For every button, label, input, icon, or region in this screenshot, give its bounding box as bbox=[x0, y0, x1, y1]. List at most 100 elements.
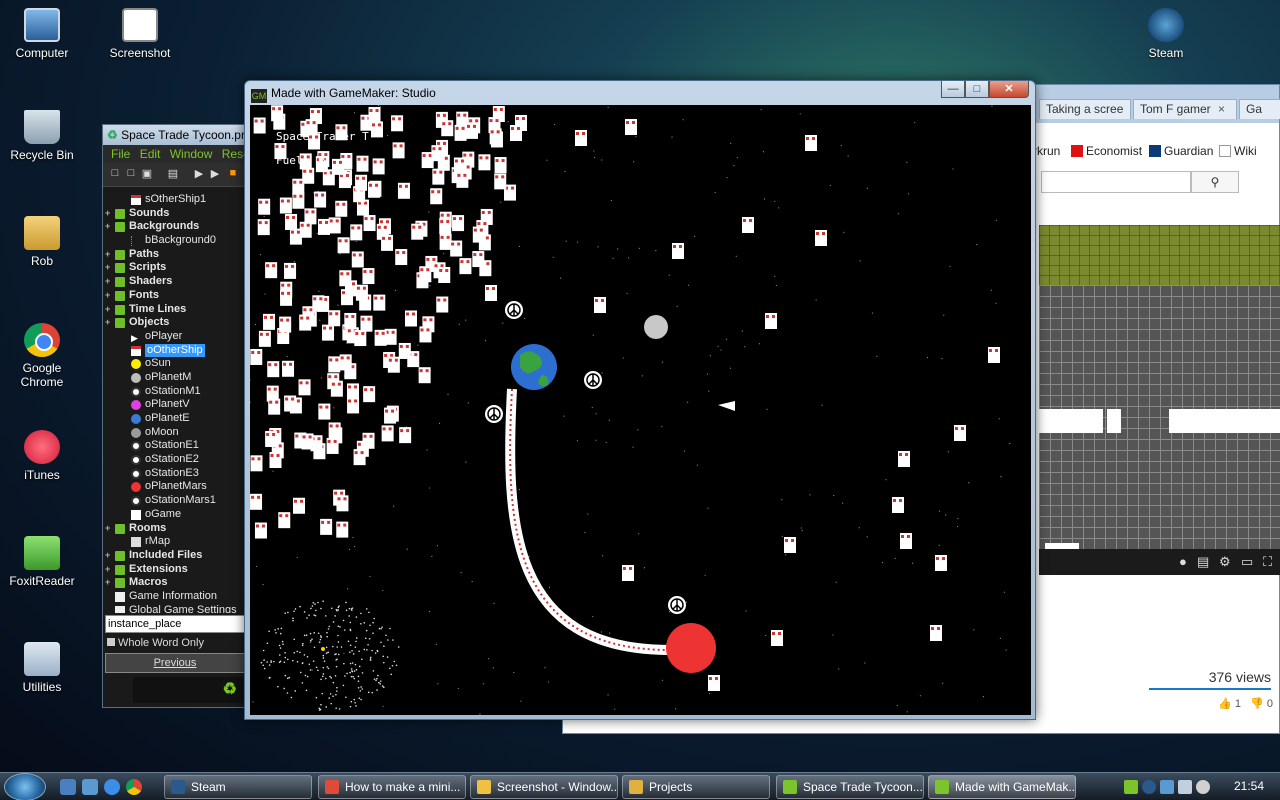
search-input[interactable] bbox=[1041, 171, 1191, 193]
theater-icon[interactable]: ▭ bbox=[1241, 554, 1253, 570]
tree-item[interactable]: oStationE2 bbox=[105, 453, 245, 467]
tree-folder[interactable]: + Objects bbox=[105, 316, 245, 330]
tree-item[interactable]: oStationE1 bbox=[105, 439, 245, 453]
tree-folder[interactable]: + Sounds bbox=[105, 207, 245, 221]
desktop-icon-chrome[interactable]: Google Chrome bbox=[2, 323, 82, 389]
expand-icon[interactable]: + bbox=[105, 207, 110, 221]
desktop-icon-foxit[interactable]: FoxitReader bbox=[2, 536, 82, 588]
tree-item[interactable]: oPlanetV bbox=[105, 398, 245, 412]
action-center-icon[interactable] bbox=[1178, 780, 1192, 794]
chrome-icon[interactable] bbox=[126, 779, 142, 795]
tree-item[interactable]: oStationM1 bbox=[105, 385, 245, 399]
tree-folder[interactable]: + Shaders bbox=[105, 275, 245, 289]
taskbar-task[interactable]: How to make a mini... bbox=[318, 775, 466, 799]
expand-icon[interactable]: + bbox=[105, 316, 110, 330]
desktop-icon-computer[interactable]: Computer bbox=[2, 8, 82, 60]
menu-window[interactable]: Window bbox=[170, 147, 213, 161]
save-icon[interactable]: ▣ bbox=[141, 167, 153, 181]
volume-icon[interactable] bbox=[1196, 780, 1210, 794]
new-file-icon[interactable]: □ bbox=[109, 167, 121, 181]
video-player[interactable]: ● ▤ ⚙ ▭ ⛶ bbox=[1039, 225, 1280, 575]
expand-icon[interactable]: + bbox=[105, 303, 110, 317]
thumbs-up-icon[interactable]: 👍 bbox=[1218, 698, 1232, 710]
expand-icon[interactable]: + bbox=[105, 563, 110, 577]
export-icon[interactable]: ▤ bbox=[167, 167, 179, 181]
desktop-icon-utilities[interactable]: Utilities bbox=[2, 642, 82, 694]
search-input[interactable]: instance_place bbox=[105, 615, 245, 633]
steam-tray-icon[interactable] bbox=[1142, 780, 1156, 794]
internet-explorer-icon[interactable] bbox=[104, 779, 120, 795]
browser-tab[interactable]: Ga bbox=[1239, 99, 1280, 119]
close-button[interactable]: ✕ bbox=[989, 81, 1029, 98]
tree-item[interactable]: oStationMars1 bbox=[105, 494, 245, 508]
bookmark-item[interactable]: Guardian bbox=[1149, 144, 1213, 158]
tree-item[interactable]: oSun bbox=[105, 357, 245, 371]
taskbar-task[interactable]: Made with GameMak... bbox=[928, 775, 1076, 799]
menu-edit[interactable]: Edit bbox=[140, 147, 161, 161]
whole-word-checkbox[interactable]: Whole Word Only bbox=[107, 637, 204, 649]
taskbar-task[interactable]: Projects bbox=[622, 775, 770, 799]
close-icon[interactable]: × bbox=[1218, 102, 1225, 116]
tree-folder[interactable]: + Extensions bbox=[105, 563, 245, 577]
stop-icon[interactable]: ■ bbox=[227, 167, 239, 181]
debug-icon[interactable]: ▶ bbox=[209, 167, 221, 181]
tree-item[interactable]: oOtherShip bbox=[105, 343, 245, 358]
game-canvas[interactable]: Space Trader T Fuel: 19 bbox=[250, 105, 1031, 715]
tree-item[interactable]: ▶ oPlayer bbox=[105, 330, 245, 344]
tree-item[interactable]: sOtherShip1 bbox=[105, 193, 245, 207]
open-icon[interactable]: □ bbox=[125, 167, 137, 181]
run-icon[interactable]: ▶ bbox=[193, 167, 205, 181]
menu-file[interactable]: File bbox=[111, 147, 130, 161]
tree-item[interactable]: Global Game Settings bbox=[105, 604, 245, 613]
tree-item[interactable]: oMoon bbox=[105, 426, 245, 440]
taskbar-task[interactable]: Screenshot - Window... bbox=[470, 775, 618, 799]
desktop-icon-screenshot[interactable]: Screenshot bbox=[100, 8, 180, 60]
expand-icon[interactable]: + bbox=[105, 248, 110, 262]
desktop-icon-itunes[interactable]: iTunes bbox=[2, 430, 82, 482]
tree-item[interactable]: bBackground0 bbox=[105, 234, 245, 248]
bookmark-item[interactable]: Wiki bbox=[1219, 144, 1257, 158]
explorer-icon[interactable] bbox=[82, 779, 98, 795]
gamemaker-tray-icon[interactable] bbox=[1124, 780, 1138, 794]
tree-item[interactable]: oPlanetM bbox=[105, 371, 245, 385]
tree-folder[interactable]: + Included Files bbox=[105, 549, 245, 563]
expand-icon[interactable]: + bbox=[105, 522, 110, 536]
desktop-icon-steam[interactable]: Steam bbox=[1126, 8, 1206, 60]
network-icon[interactable] bbox=[1160, 780, 1174, 794]
show-desktop-icon[interactable] bbox=[60, 779, 76, 795]
fullscreen-icon[interactable]: ⛶ bbox=[1263, 554, 1272, 570]
bookmark-item[interactable]: rkrun bbox=[1033, 144, 1060, 158]
tree-item[interactable]: oPlanetE bbox=[105, 412, 245, 426]
expand-icon[interactable]: + bbox=[105, 275, 110, 289]
maximize-button[interactable]: □ bbox=[965, 81, 989, 98]
expand-icon[interactable]: + bbox=[105, 220, 110, 234]
browser-tab[interactable]: Tom F gamer × bbox=[1133, 99, 1237, 119]
thumbs-down-icon[interactable]: 👎 bbox=[1250, 698, 1264, 710]
tree-folder[interactable]: + Paths bbox=[105, 248, 245, 262]
tree-item[interactable]: oStationE3 bbox=[105, 467, 245, 481]
info-icon[interactable]: ● bbox=[1179, 554, 1187, 569]
tree-folder[interactable]: + Backgrounds bbox=[105, 220, 245, 234]
start-button[interactable] bbox=[4, 773, 46, 800]
expand-icon[interactable]: + bbox=[105, 289, 110, 303]
tree-folder[interactable]: + Macros bbox=[105, 576, 245, 590]
minimize-button[interactable]: — bbox=[941, 81, 965, 98]
gear-icon[interactable]: ⚙ bbox=[1219, 554, 1231, 570]
browser-tab[interactable]: Taking a scree × bbox=[1039, 99, 1131, 119]
subtitles-icon[interactable]: ▤ bbox=[1197, 554, 1209, 570]
tree-item[interactable]: oPlanetMars bbox=[105, 480, 245, 494]
tree-item[interactable]: Game Information bbox=[105, 590, 245, 604]
expand-icon[interactable]: + bbox=[105, 261, 110, 275]
tree-folder[interactable]: + Fonts bbox=[105, 289, 245, 303]
taskbar-task[interactable]: Space Trade Tycoon... bbox=[776, 775, 924, 799]
tree-folder[interactable]: + Time Lines bbox=[105, 303, 245, 317]
tree-item[interactable]: oGame bbox=[105, 508, 245, 522]
tree-item[interactable]: rMap bbox=[105, 535, 245, 549]
search-button[interactable]: ⚲ bbox=[1191, 171, 1239, 193]
bookmark-item[interactable]: Economist bbox=[1071, 144, 1142, 158]
expand-icon[interactable]: + bbox=[105, 549, 110, 563]
tree-folder[interactable]: + Rooms bbox=[105, 522, 245, 536]
clock[interactable]: 21:54 bbox=[1234, 779, 1264, 793]
desktop-icon-rob[interactable]: Rob bbox=[2, 216, 82, 268]
previous-button[interactable]: Previous bbox=[105, 653, 245, 673]
